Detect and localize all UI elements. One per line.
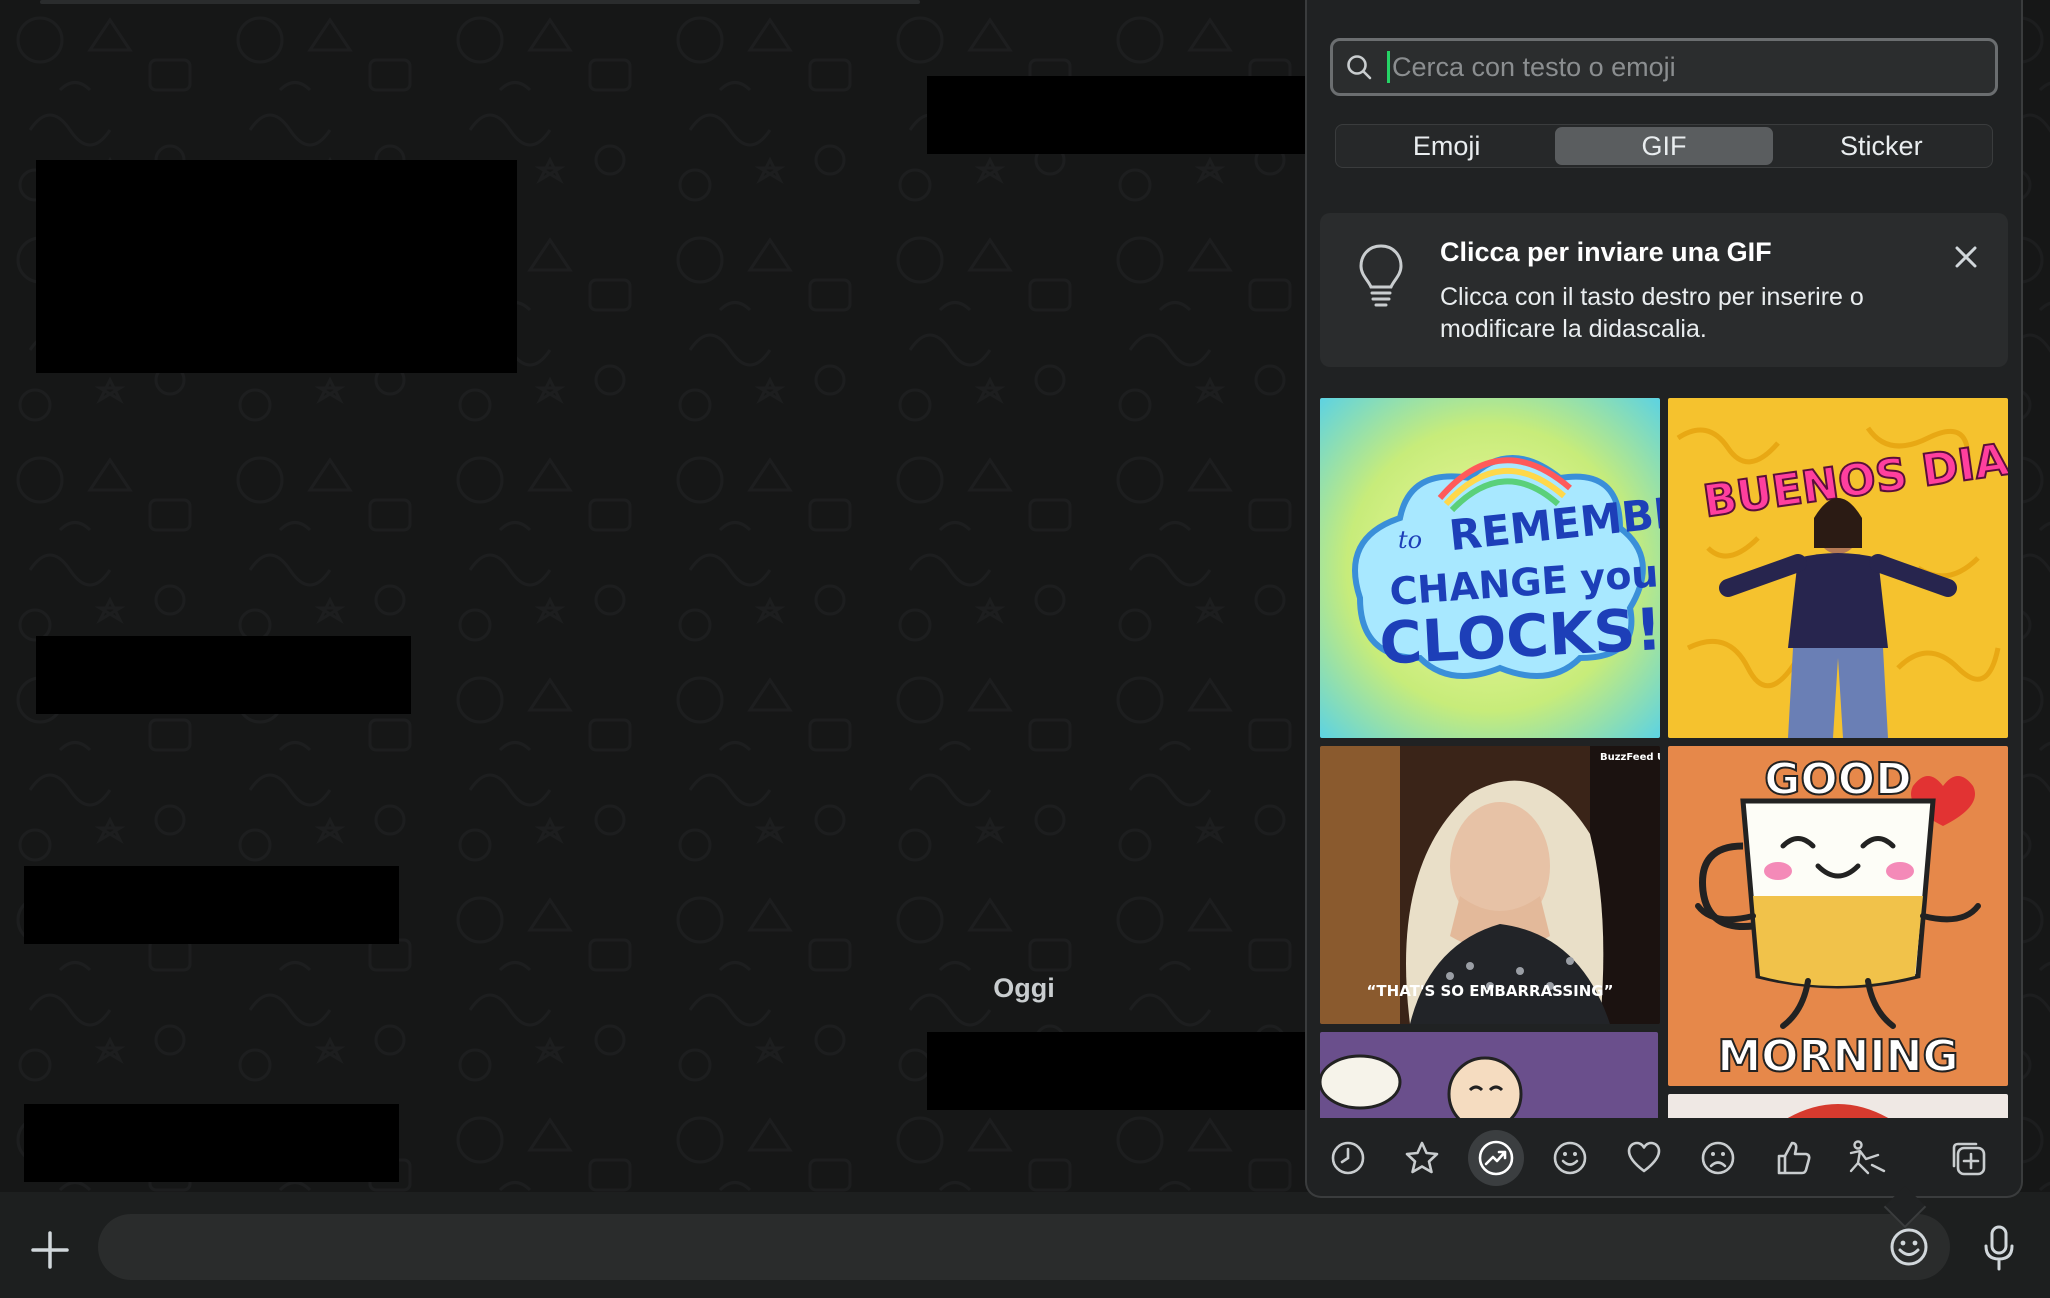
gif-caption: MORNING [1717, 1031, 1958, 1082]
gif-caption: to [1398, 526, 1422, 554]
gif-grid: to REMEMBER CHANGE your CLOCKS! BUENOS D… [1320, 398, 2008, 1118]
gif-tile[interactable] [1320, 1032, 1658, 1118]
category-dance[interactable] [1840, 1130, 1896, 1186]
gif-caption: CLOCKS! [1378, 595, 1660, 678]
gif-tile[interactable]: BUENOS DIAS! [1668, 398, 2008, 738]
category-favorites[interactable] [1394, 1130, 1450, 1186]
tip-body: Clicca con il tasto destro per inserire … [1440, 283, 1864, 343]
redacted-message [36, 636, 411, 714]
sad-icon [1701, 1141, 1735, 1175]
picker-search-input[interactable] [1390, 51, 1995, 83]
picker-tabs: Emoji GIF Sticker [1335, 124, 1993, 168]
category-love[interactable] [1616, 1130, 1672, 1186]
picker-search-box[interactable] [1330, 38, 1998, 96]
attach-button[interactable] [22, 1222, 78, 1278]
category-sad[interactable] [1690, 1130, 1746, 1186]
gif-tile[interactable]: GOOD MORNING [1668, 746, 2008, 1086]
redacted-message [927, 76, 1305, 154]
category-approval[interactable] [1766, 1130, 1822, 1186]
thumbs-up-icon [1777, 1141, 1811, 1175]
category-trending[interactable] [1468, 1130, 1524, 1186]
dance-icon [1849, 1140, 1886, 1175]
redacted-message [24, 866, 399, 944]
tab-sticker[interactable]: Sticker [1773, 127, 1990, 165]
lightbulb-icon [1358, 243, 1404, 314]
star-icon [1405, 1141, 1439, 1174]
gif-tip-banner: Clicca per inviare una GIF Clicca con il… [1320, 213, 2008, 367]
redacted-message [927, 1032, 1305, 1110]
plus-icon [31, 1231, 69, 1269]
gif-tile[interactable]: to REMEMBER CHANGE your CLOCKS! [1320, 398, 1660, 738]
gif-tile[interactable] [1668, 1094, 2008, 1118]
gif-caption: “THAT'S SO EMBARRASSING” [1367, 982, 1614, 1000]
tab-emoji[interactable]: Emoji [1338, 127, 1555, 165]
add-sticker-icon [1952, 1142, 1986, 1176]
microphone-icon [1984, 1225, 2014, 1271]
create-sticker-button[interactable] [1940, 1130, 1996, 1186]
category-recent[interactable] [1320, 1130, 1376, 1186]
trending-icon [1478, 1140, 1514, 1176]
gif-badge: BuzzFeed UK [1600, 752, 1660, 763]
search-icon [1333, 53, 1385, 81]
gif-tile[interactable]: BuzzFeed UK “THAT'S SO EMBARRASSING” [1320, 746, 1660, 1024]
tip-title: Clicca per inviare una GIF [1440, 237, 1772, 267]
message-input[interactable] [98, 1214, 1950, 1280]
emoji-button[interactable] [1884, 1222, 1934, 1272]
emoji-icon [1890, 1228, 1928, 1266]
redacted-message [24, 1104, 399, 1182]
heart-icon [1627, 1141, 1661, 1173]
clock-icon [1331, 1141, 1365, 1175]
tab-gif[interactable]: GIF [1555, 127, 1773, 165]
close-icon [1955, 246, 1977, 268]
redacted-message [36, 160, 517, 373]
voice-message-button[interactable] [1974, 1220, 2024, 1276]
category-happy[interactable] [1542, 1130, 1598, 1186]
gif-caption: GOOD [1764, 754, 1911, 805]
date-separator: Oggi [993, 973, 1055, 1003]
tip-close-button[interactable] [1948, 239, 1984, 275]
scroll-indicator [40, 0, 920, 4]
smile-icon [1553, 1141, 1587, 1175]
